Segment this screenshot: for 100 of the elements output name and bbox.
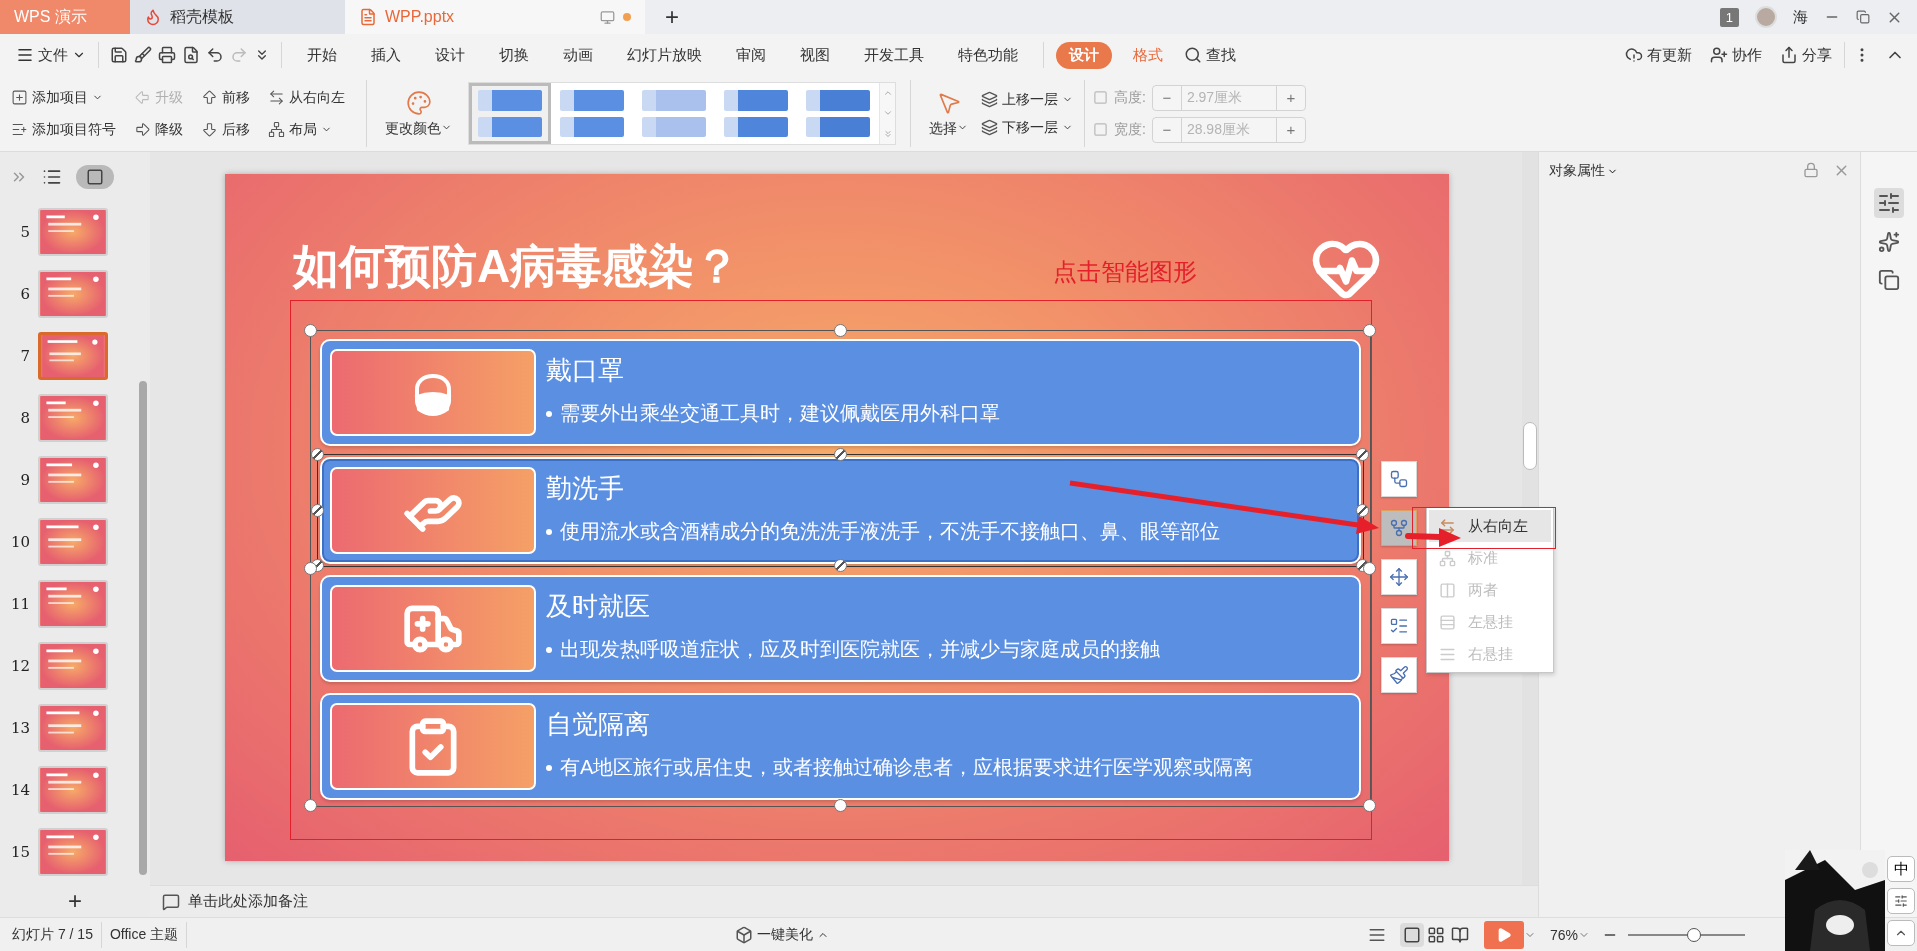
- rotate-handle[interactable]: [833, 559, 847, 572]
- restore-icon[interactable]: [1856, 10, 1870, 24]
- slide-thumbnail[interactable]: [38, 332, 108, 380]
- slide-number: 7: [19, 347, 30, 365]
- slide-thumbnail[interactable]: [38, 704, 108, 752]
- rotate-handle[interactable]: [1356, 448, 1369, 461]
- slide-number: 6: [19, 285, 30, 303]
- share-icon: [1780, 46, 1798, 64]
- tool-button[interactable]: [1381, 608, 1417, 644]
- normal-view-icon[interactable]: [1399, 922, 1424, 947]
- resize-handle[interactable]: [1363, 561, 1376, 575]
- move-icon: [1389, 567, 1409, 587]
- cloud-icon: [1625, 46, 1643, 64]
- resize-handle[interactable]: [304, 799, 317, 812]
- rotate-handle[interactable]: [1356, 503, 1369, 517]
- scrollbar-thumb[interactable]: [1523, 422, 1537, 470]
- file-menu[interactable]: 文件: [12, 43, 90, 67]
- slide-thumbnail[interactable]: [38, 208, 108, 256]
- resize-handle[interactable]: [1363, 799, 1376, 812]
- slide-thumbnail[interactable]: [38, 642, 108, 690]
- swap-arrows-icon: [268, 89, 285, 106]
- pane-title[interactable]: 对象属性: [1549, 162, 1605, 180]
- list-icon: [1389, 616, 1409, 636]
- swap-arrows-icon: [1439, 517, 1456, 535]
- properties-icon[interactable]: [1874, 188, 1904, 218]
- resize-handle[interactable]: [304, 324, 317, 337]
- resize-handle[interactable]: [833, 799, 847, 812]
- ribbon-button[interactable]: 上移一层: [978, 88, 1076, 111]
- slide-thumbnail[interactable]: [38, 580, 108, 628]
- lock-icon[interactable]: [1803, 162, 1819, 178]
- beautify-button[interactable]: 一键美化: [730, 923, 833, 946]
- bullet-icon: [546, 528, 552, 535]
- tool-button[interactable]: [1381, 510, 1417, 546]
- toolbar-button[interactable]: 分享: [1776, 43, 1836, 67]
- toolbar-button[interactable]: 有更新: [1621, 43, 1696, 67]
- comment-icon: [162, 892, 180, 911]
- new-tab-button[interactable]: +: [645, 0, 699, 34]
- slide-thumbnail[interactable]: [38, 394, 108, 442]
- notes-placeholder[interactable]: 单击此处添加备注: [188, 892, 308, 911]
- slide-thumbnail[interactable]: [38, 828, 108, 876]
- layout-icon: [1389, 518, 1409, 538]
- arrow: [1405, 528, 1461, 547]
- item-title: 自觉隔离: [546, 708, 651, 741]
- right-arrow-icon: [134, 121, 151, 138]
- slide-view-toggle[interactable]: [76, 164, 114, 189]
- size-icon: [1093, 122, 1108, 137]
- item-title: 及时就医: [546, 590, 651, 623]
- rotate-handle[interactable]: [833, 448, 847, 461]
- flame-logo-icon: [144, 8, 162, 26]
- resize-handle[interactable]: [304, 561, 317, 575]
- menu-tab[interactable]: 开始: [294, 41, 350, 69]
- ribbon-button[interactable]: 下移一层: [978, 116, 1076, 139]
- menu-tab[interactable]: 开发工具: [851, 41, 937, 69]
- search-button[interactable]: 查找: [1180, 43, 1240, 67]
- ribbon-button[interactable]: 布局: [265, 113, 348, 146]
- ribbon-button[interactable]: 降级: [131, 113, 186, 146]
- style-option[interactable]: [469, 83, 551, 144]
- slide-thumbnail[interactable]: [38, 270, 108, 318]
- ribbon-button[interactable]: 前移: [198, 81, 253, 114]
- menu-item[interactable]: 从右向左: [1429, 510, 1551, 542]
- rotate-handle[interactable]: [311, 448, 324, 461]
- rotate-handle[interactable]: [311, 503, 324, 517]
- menu-tab[interactable]: 切换: [486, 41, 542, 69]
- menu-tab[interactable]: 插入: [358, 41, 414, 69]
- input-mode-button[interactable]: 中: [1887, 856, 1915, 882]
- slide-number: 11: [9, 595, 30, 613]
- slide-number: 10: [9, 533, 30, 551]
- user-plus-icon: [1710, 46, 1728, 64]
- select-button[interactable]: 选择: [919, 80, 978, 147]
- zoom-slider-thumb[interactable]: [1686, 927, 1701, 942]
- tool-button[interactable]: [1381, 657, 1417, 693]
- menu-tab[interactable]: 视图: [787, 41, 843, 69]
- menu-tab[interactable]: 动画: [550, 41, 606, 69]
- menu-tab[interactable]: 特色功能: [945, 41, 1031, 69]
- down-arrow-icon: [201, 121, 218, 138]
- slide-thumbnail[interactable]: [38, 456, 108, 504]
- resize-handle[interactable]: [833, 324, 847, 337]
- menu-tab[interactable]: 幻灯片放映: [614, 41, 715, 69]
- menu-tab[interactable]: 设计: [422, 41, 478, 69]
- unsaved-dot: [623, 13, 631, 21]
- tool-button[interactable]: [1381, 461, 1417, 497]
- settings-icon[interactable]: [1887, 888, 1915, 914]
- change-color-button[interactable]: 更改颜色: [375, 80, 462, 147]
- ribbon-button[interactable]: 后移: [198, 113, 253, 146]
- ribbon-button[interactable]: 添加项目: [8, 81, 119, 114]
- slide-thumbnail[interactable]: [38, 518, 108, 566]
- app-tab[interactable]: 稻壳模板: [130, 0, 345, 34]
- ribbon-button[interactable]: 添加项目符号: [8, 113, 119, 146]
- ribbon-button[interactable]: 从右向左: [265, 81, 348, 114]
- resize-handle[interactable]: [1363, 324, 1376, 337]
- tool-button[interactable]: [1381, 559, 1417, 595]
- count-badge: 1: [1719, 7, 1739, 27]
- play-button[interactable]: [1483, 920, 1524, 949]
- menu-tab[interactable]: 审阅: [723, 41, 779, 69]
- slide-thumbnail[interactable]: [38, 766, 108, 814]
- toolbar-button[interactable]: 协作: [1706, 43, 1766, 67]
- item-text: 需要外出乘坐交通工具时，建议佩戴医用外科口罩: [560, 401, 1000, 426]
- add-slide-button[interactable]: +: [68, 887, 82, 915]
- palette-icon: [405, 89, 432, 116]
- scrollbar-thumb[interactable]: [139, 381, 147, 875]
